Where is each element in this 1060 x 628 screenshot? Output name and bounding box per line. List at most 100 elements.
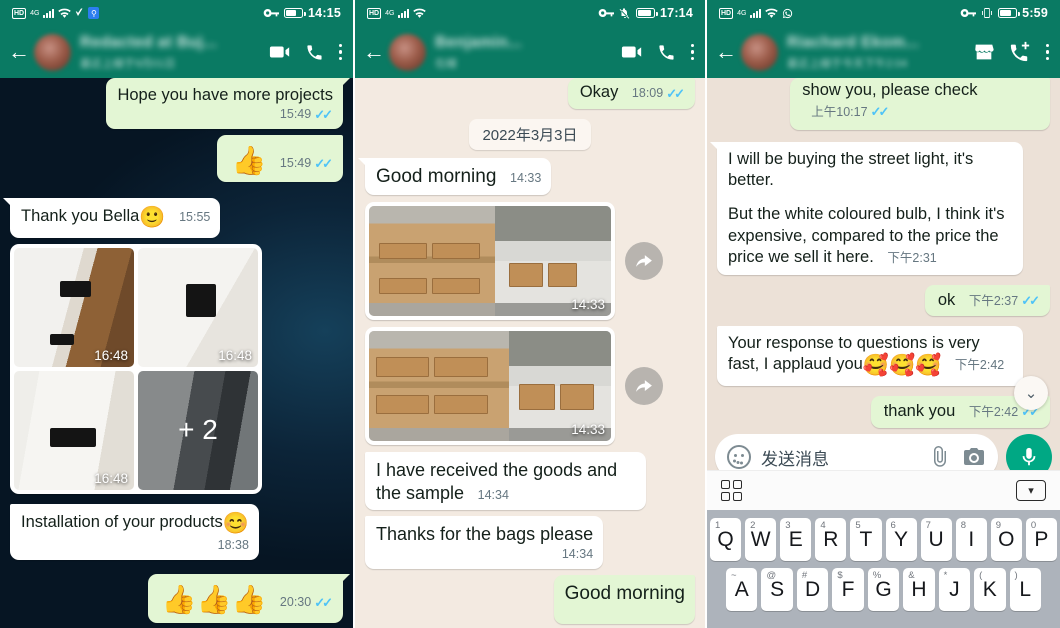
key-h[interactable]: & H (903, 568, 935, 611)
message-bubble[interactable]: Good morning (553, 574, 695, 624)
back-arrow-icon[interactable]: ← (6, 41, 32, 63)
key-label: G (875, 577, 892, 601)
photo-bubble[interactable]: 14:33 (365, 326, 615, 445)
album-thumb[interactable]: 16:48 (14, 247, 134, 367)
message-bubble[interactable]: Your response to questions is very fast,… (717, 325, 1024, 386)
contact-status: 在線 (435, 57, 457, 70)
photo-thumbnail[interactable]: 14:33 (369, 330, 611, 441)
key-f[interactable]: $ F (832, 568, 864, 611)
hd-icon: HD (12, 7, 27, 19)
header-actions (261, 41, 343, 63)
apps-grid-icon[interactable] (721, 480, 742, 501)
message-meta: 15:55 (179, 210, 210, 226)
key-t[interactable]: 5T (850, 518, 882, 561)
avatar[interactable] (741, 33, 778, 71)
message-bubble[interactable]: I have received the goods and the sample… (365, 451, 646, 511)
key-k[interactable]: (K (974, 568, 1006, 611)
key-a[interactable]: ~ A (726, 568, 758, 611)
overflow-menu-icon[interactable] (338, 43, 343, 61)
message-bubble[interactable]: Hope you have more projects 15:49 ✓✓ (106, 78, 350, 130)
key-i[interactable]: 8I (955, 518, 987, 561)
message-list-left: Hope you have more projects 15:49 ✓✓ 👍 1… (0, 78, 353, 624)
keyboard-toolbar: ▾ (707, 470, 1060, 510)
key-icon (263, 9, 280, 17)
video-call-icon[interactable] (269, 41, 291, 63)
key-label: H (911, 577, 927, 601)
message-bubble[interactable]: Good morning 14:33 (357, 157, 552, 195)
album-thumb[interactable]: 16:48 (14, 370, 134, 490)
message-list-middle: Okay 18:09 ✓✓ 2022年3月3日 Good morning 14:… (355, 78, 705, 624)
message-bubble[interactable]: I will be buying the street light, it's … (709, 141, 1024, 275)
image-album-bubble[interactable]: 16:48 16:48 16:48 + 2 (10, 243, 262, 494)
key-alt-label: ) (1014, 570, 1018, 581)
message-bubble[interactable]: Installation of your products😊 18:38 (10, 503, 259, 561)
key-d[interactable]: # D (796, 568, 829, 611)
forward-arrow-icon[interactable] (625, 366, 663, 405)
message-meta: 上午10:17 ✓✓ (811, 104, 889, 120)
photo-message-row: 14:33 (365, 201, 695, 320)
photo-thumbnail[interactable]: 14:33 (369, 205, 611, 316)
key-y[interactable]: 6Y (885, 518, 917, 561)
status-left-icons: HD 4G (719, 7, 793, 19)
contact-status: 最近上線于今天下午2:04 (787, 57, 908, 70)
message-bubble[interactable]: ok 下午2:37 ✓✓ (924, 284, 1050, 316)
video-call-icon[interactable] (621, 41, 643, 63)
key-label: Q (717, 527, 734, 551)
network-type-label: 4G (737, 9, 747, 17)
message-time: 20:30 (279, 595, 312, 610)
key-l[interactable]: ) L (1009, 568, 1041, 611)
photo-bubble[interactable]: 14:33 (365, 201, 615, 320)
back-arrow-icon[interactable]: ← (713, 41, 739, 63)
message-bubble[interactable]: Thanks for the bags please 14:34 (365, 516, 604, 569)
signal-bars-icon (750, 8, 762, 18)
key-q[interactable]: 1Q (710, 518, 742, 561)
on-screen-keyboard: 1Q 2W 3E 4R 5T 6Y 7U 8I 9O 0P ~ A @ S # D $… (707, 510, 1060, 628)
message-bubble[interactable]: 👍 15:49 ✓✓ (217, 135, 343, 183)
message-time: 下午2:42 (954, 358, 1005, 373)
camera-icon[interactable] (962, 445, 986, 469)
thumb-time: 16:48 (218, 347, 252, 363)
key-e[interactable]: 3E (780, 518, 812, 561)
key-r[interactable]: 4R (815, 518, 847, 561)
key-g[interactable]: % G (867, 568, 900, 611)
message-bubble[interactable]: Thank you Bella🙂 15:55 (2, 198, 221, 238)
overflow-menu-icon[interactable] (1045, 43, 1050, 61)
forward-arrow-icon[interactable] (625, 241, 663, 280)
contact-info[interactable]: Redacted at Buj... 最近上線于9月01日 (80, 34, 261, 71)
key-u[interactable]: 7U (920, 518, 952, 561)
avatar[interactable] (389, 33, 426, 71)
smiley-icon[interactable] (727, 445, 751, 469)
read-receipt-icon: ✓✓ (870, 104, 890, 120)
message-bubble[interactable]: 👍👍👍 20:30 ✓✓ (147, 574, 351, 624)
message-bubble[interactable]: show you, please check 上午10:17 ✓✓ (790, 78, 1050, 130)
message-row: Your response to questions is very fast,… (717, 325, 1050, 386)
message-row: Okay 18:09 ✓✓ (365, 78, 695, 109)
add-call-icon[interactable] (1009, 41, 1031, 63)
message-bubble[interactable]: Okay 18:09 ✓✓ (567, 78, 695, 109)
key-p[interactable]: 0P (1025, 518, 1057, 561)
album-thumb-more[interactable]: + 2 (138, 370, 258, 490)
back-arrow-icon[interactable]: ← (361, 41, 387, 63)
avatar[interactable] (34, 33, 71, 71)
storefront-icon[interactable] (973, 41, 995, 63)
signal-bars-icon (398, 8, 410, 18)
chevron-double-down-icon[interactable]: ⌄ (1014, 376, 1048, 410)
voice-call-icon[interactable] (305, 43, 324, 62)
message-text: Hope you have more projects (117, 86, 333, 104)
contact-info[interactable]: Benjamin... 在線 (435, 34, 613, 71)
key-w[interactable]: 2W (745, 518, 777, 561)
paperclip-icon[interactable] (928, 445, 952, 469)
collapse-keyboard-icon[interactable]: ▾ (1016, 480, 1046, 501)
key-label: O (998, 527, 1015, 551)
voice-call-icon[interactable] (657, 43, 676, 62)
contact-info[interactable]: Riachard Ekom... 最近上線于今天下午2:04 (787, 34, 965, 71)
overflow-menu-icon[interactable] (690, 43, 695, 61)
key-o[interactable]: 9O (990, 518, 1022, 561)
message-meta: 18:38 (30, 538, 249, 554)
message-text-second: But the white coloured bulb, I think it'… (728, 205, 1005, 267)
key-j[interactable]: * J (938, 568, 971, 611)
key-s[interactable]: @ S (761, 568, 793, 611)
key-alt-label: ~ (731, 570, 737, 581)
header-actions (613, 41, 695, 63)
album-thumb[interactable]: 16:48 (138, 247, 258, 367)
